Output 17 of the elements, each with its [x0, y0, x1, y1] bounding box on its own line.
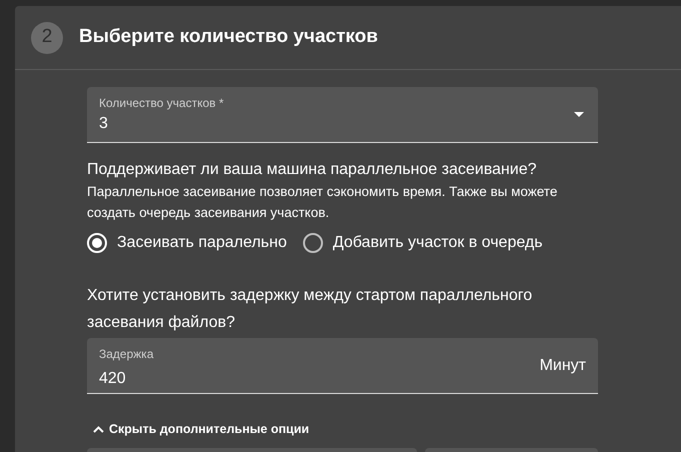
delay-field[interactable]: Задержка 420 Минут: [87, 338, 598, 394]
step-title: Выберите количество участков: [79, 25, 378, 50]
dropdown-caret-icon: [574, 112, 584, 117]
chevron-icon: [93, 426, 104, 433]
field-value: 3: [99, 114, 108, 134]
count-select[interactable]: Количество участков * 3: [87, 87, 598, 143]
hint-text: Параллельное засеивание позволяет сэкономить время. Также вы можете создать очередь засеивания участков.: [87, 183, 558, 222]
radio-option[interactable]: Засеивать паралельно: [87, 231, 287, 255]
field-value: 420: [99, 368, 127, 388]
field-label: Количество участков *: [99, 95, 225, 111]
question-text: Хотите установить задержку между стартом параллельного засевания файлов?: [87, 286, 534, 333]
radio-option[interactable]: Добавить участок в очередь: [302, 231, 543, 255]
step-number: 2: [31, 22, 63, 54]
field-label: Задержка: [99, 346, 154, 362]
options-toggle[interactable]: Скрыть дополнительные опции: [93, 420, 310, 439]
unit-suffix: Минут: [540, 356, 586, 376]
question-text: Поддерживает ли ваша машина параллельное засеивание?: [87, 160, 538, 180]
